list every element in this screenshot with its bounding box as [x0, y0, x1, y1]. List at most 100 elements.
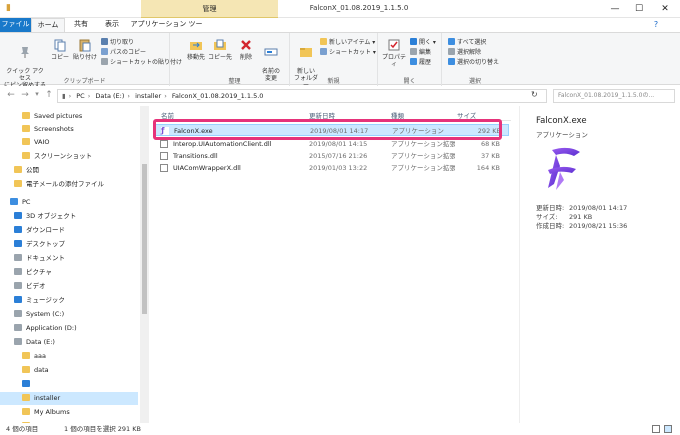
copy-button[interactable]: コピー: [50, 38, 70, 61]
history-button[interactable]: 履歴: [410, 57, 431, 66]
tab-application-tools[interactable]: アプリケーション ツール: [129, 18, 204, 41]
maximize-button[interactable]: ☐: [632, 2, 646, 16]
properties-button[interactable]: プロパティ: [380, 38, 408, 68]
nav-scrollbar[interactable]: [140, 106, 149, 423]
nav-item[interactable]: スクリーンショット: [0, 150, 138, 163]
copy-to-button[interactable]: コピー先: [208, 38, 232, 61]
nav-item[interactable]: 3D オブジェクト: [0, 210, 138, 223]
nav-item-label: Data (E:): [26, 338, 55, 346]
preview-created: 作成日時: 2019/08/21 15:36: [536, 220, 627, 230]
tab-home[interactable]: ホーム: [31, 18, 65, 32]
edit-button[interactable]: 編集: [410, 47, 431, 56]
new-folder-icon: [300, 48, 312, 57]
nav-item[interactable]: data: [0, 364, 138, 377]
delete-button[interactable]: 削除: [236, 38, 256, 61]
minimize-button[interactable]: —: [608, 2, 622, 16]
nav-item-label: Application (D:): [26, 324, 77, 332]
library-icon: [14, 226, 22, 233]
paste-button[interactable]: 貼り付け: [72, 38, 98, 61]
invert-selection-button[interactable]: 選択の切り替え: [448, 57, 499, 66]
shortcut-button[interactable]: ショートカット ▾: [320, 47, 376, 56]
breadcrumb-installer[interactable]: installer: [135, 92, 161, 100]
file-size: 37 KB: [480, 152, 500, 160]
nav-item[interactable]: ドキュメント: [0, 252, 138, 265]
nav-item[interactable]: ビデオ: [0, 280, 138, 293]
file-row[interactable]: UIAComWrapperX.dll 2019/01/03 13:22 アプリケ…: [155, 162, 509, 174]
new-group: 新しい フォルダー 新しいアイテム ▾ ショートカット ▾ 新規: [290, 33, 378, 89]
file-size: 164 KB: [476, 164, 500, 172]
recent-locations-button[interactable]: ▾: [31, 90, 43, 98]
nav-item[interactable]: 公開: [0, 164, 138, 177]
new-item-button[interactable]: 新しいアイテム ▾: [320, 37, 375, 46]
back-button[interactable]: ←: [5, 90, 17, 100]
column-header-name[interactable]: 名前: [161, 110, 174, 120]
file-row[interactable]: Transitions.dll 2015/07/16 21:26 アプリケーショ…: [155, 150, 509, 162]
up-button[interactable]: ↑: [43, 90, 55, 100]
nav-item[interactable]: ピクチャ: [0, 266, 138, 279]
close-button[interactable]: ✕: [658, 2, 672, 16]
drive-icon: [14, 324, 22, 331]
nav-item[interactable]: VAIO: [0, 136, 138, 149]
nav-item[interactable]: ミュージック: [0, 294, 138, 307]
nav-item[interactable]: Application (D:): [0, 322, 138, 335]
move-to-button[interactable]: 移動先: [184, 38, 208, 61]
file-name: UIAComWrapperX.dll: [173, 164, 241, 172]
open-icon: [410, 38, 417, 45]
drive-icon: [14, 268, 22, 275]
cut-button[interactable]: 切り取り: [101, 37, 134, 46]
nav-item[interactable]: 電子メールの添付ファイル: [0, 178, 138, 191]
column-header-type[interactable]: 種類: [391, 110, 404, 120]
large-icons-view-icon[interactable]: [664, 425, 672, 433]
nav-item[interactable]: My Albums: [0, 406, 138, 419]
preview-file-name: FalconX.exe: [536, 116, 587, 126]
nav-item[interactable]: Saved pictures: [0, 110, 138, 123]
dll-file-icon: [160, 140, 168, 148]
column-header-size[interactable]: サイズ: [457, 110, 476, 120]
pin-icon: [21, 47, 29, 58]
drive-icon: [14, 282, 22, 289]
breadcrumb-current-folder[interactable]: FalconX_01.08.2019_1.1.5.0: [172, 92, 264, 100]
select-none-button[interactable]: 選択解除: [448, 47, 481, 56]
breadcrumb-pc[interactable]: PC: [76, 92, 84, 100]
paste-icon: [79, 39, 91, 52]
drive-icon: [14, 310, 22, 317]
nav-item[interactable]: デスクトップ: [0, 238, 138, 251]
file-name: Transitions.dll: [173, 152, 218, 160]
nav-item[interactable]: [0, 378, 138, 391]
context-tab-group: 管理: [141, 0, 278, 18]
tab-view[interactable]: 表示: [97, 18, 127, 32]
folder-icon[interactable]: ▮: [6, 3, 11, 13]
copy-path-button[interactable]: パスのコピー: [101, 47, 146, 56]
header-divider: [156, 120, 511, 121]
search-input[interactable]: FalconX_01.08.2019_1.1.5.0の...: [553, 89, 675, 103]
tab-file[interactable]: ファイル: [0, 18, 31, 32]
file-date: 2019/01/03 13:22: [309, 164, 368, 172]
help-icon[interactable]: ?: [650, 18, 662, 32]
file-row[interactable]: Interop.UIAutomationClient.dll 2019/08/0…: [155, 138, 509, 150]
breadcrumb-data-drive[interactable]: Data (E:): [95, 92, 124, 100]
library-icon: [14, 296, 22, 303]
file-row-falconx-exe[interactable]: ƒ FalconX.exe 2019/08/01 14:17 アプリケーション …: [155, 124, 509, 136]
address-field[interactable]: ▮ › PC › Data (E:) › installer › FalconX_01.…: [57, 89, 547, 103]
column-header-date[interactable]: 更新日時: [309, 110, 335, 120]
dll-file-icon: [160, 152, 168, 160]
select-all-button[interactable]: すべて選択: [448, 37, 486, 46]
paste-shortcut-button[interactable]: ショートカットの貼り付け: [101, 57, 182, 66]
nav-item[interactable]: Screenshots: [0, 123, 138, 136]
nav-item[interactable]: installer: [0, 392, 138, 405]
details-pane: FalconX.exe アプリケーション 更新日時: 2019/08/01 14:…: [520, 106, 680, 423]
folder-icon: [14, 166, 22, 173]
nav-item[interactable]: aaa: [0, 350, 138, 363]
tab-share[interactable]: 共有: [65, 18, 97, 32]
item-count: 4 個の項目: [6, 425, 39, 433]
refresh-icon[interactable]: ↻: [531, 90, 538, 99]
forward-button[interactable]: →: [19, 90, 31, 100]
details-view-icon[interactable]: [652, 425, 660, 433]
nav-item-label: ビデオ: [26, 282, 46, 290]
nav-item[interactable]: ダウンロード: [0, 224, 138, 237]
open-button[interactable]: 開く ▾: [410, 37, 436, 46]
nav-item[interactable]: PC: [0, 196, 138, 209]
nav-item[interactable]: System (C:): [0, 308, 138, 321]
file-date: 2019/08/01 14:17: [310, 127, 369, 135]
nav-item[interactable]: Data (E:): [0, 336, 138, 349]
